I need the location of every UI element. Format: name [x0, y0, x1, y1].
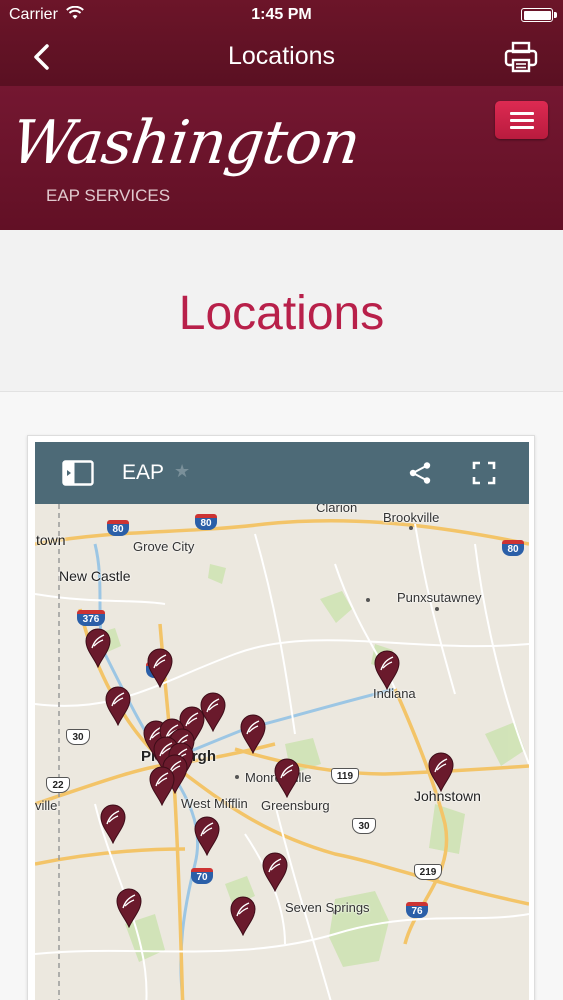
location-marker[interactable] [374, 650, 400, 690]
interstate-shield: 76 [406, 902, 428, 918]
location-marker[interactable] [240, 714, 266, 754]
fullscreen-icon[interactable] [472, 461, 496, 490]
app-header: Carrier 1:45 PM Locations [0, 0, 563, 86]
us-route-shield: 30 [66, 729, 90, 745]
locations-map[interactable]: Clarion Brookville town Grove City New C… [35, 504, 529, 1000]
status-bar: Carrier 1:45 PM [0, 0, 563, 30]
navigation-bar: Locations [0, 30, 563, 86]
page-title: Locations [178, 287, 385, 340]
location-marker[interactable] [230, 896, 256, 936]
place-label: New Castle [59, 568, 131, 584]
app-screen: Carrier 1:45 PM Locations Washington EAP… [0, 0, 563, 1000]
sidebar-panel-icon[interactable] [62, 460, 94, 491]
location-marker[interactable] [147, 648, 173, 688]
location-marker[interactable] [428, 752, 454, 792]
location-marker[interactable] [274, 758, 300, 798]
location-marker[interactable] [105, 686, 131, 726]
washington-eap-logo[interactable]: Washington EAP SERVICES [7, 104, 364, 214]
share-icon[interactable] [408, 461, 432, 490]
map-layer-name: EAP [122, 461, 165, 484]
place-label: Brookville [383, 510, 440, 525]
map-card: EAP ★ Clarion Brookville town Grove City… [27, 435, 535, 1000]
nav-title: Locations [227, 42, 336, 70]
place-label: town [36, 532, 66, 548]
interstate-shield: 80 [195, 514, 217, 530]
interstate-shield: 80 [502, 540, 524, 556]
location-marker[interactable] [262, 852, 288, 892]
location-marker[interactable] [194, 816, 220, 856]
location-marker[interactable] [85, 628, 111, 668]
logo-script: Washington [7, 108, 364, 178]
place-label: Grove City [133, 539, 195, 554]
brand-banner: Washington EAP SERVICES [0, 86, 563, 230]
star-icon[interactable]: ★ [174, 461, 190, 482]
interstate-shield: 80 [107, 520, 129, 536]
us-route-shield: 219 [414, 864, 442, 880]
place-label: ville [35, 798, 58, 813]
place-label: Seven Springs [285, 900, 370, 915]
location-marker[interactable] [116, 888, 142, 928]
logo-subtitle: EAP SERVICES [46, 186, 171, 205]
hamburger-menu-button[interactable] [495, 101, 548, 139]
place-label: West Mifflin [181, 796, 248, 811]
interstate-shield: 376 [77, 610, 105, 626]
printer-icon[interactable] [503, 39, 539, 75]
battery-icon [521, 8, 557, 22]
place-label: Punxsutawney [397, 590, 482, 605]
interstate-shield: 70 [191, 868, 213, 884]
us-route-shield: 22 [46, 777, 70, 793]
page-heading-section: Locations [0, 230, 563, 392]
status-time: 1:45 PM [251, 6, 312, 23]
map-toolbar: EAP ★ [35, 442, 529, 504]
content-area: EAP ★ Clarion Brookville town Grove City… [0, 392, 563, 1000]
location-marker[interactable] [149, 766, 175, 806]
location-marker[interactable] [100, 804, 126, 844]
place-label: Greensburg [261, 798, 330, 813]
place-label: Clarion [316, 504, 358, 515]
us-route-shield: 119 [331, 768, 359, 784]
us-route-shield: 30 [352, 818, 376, 834]
